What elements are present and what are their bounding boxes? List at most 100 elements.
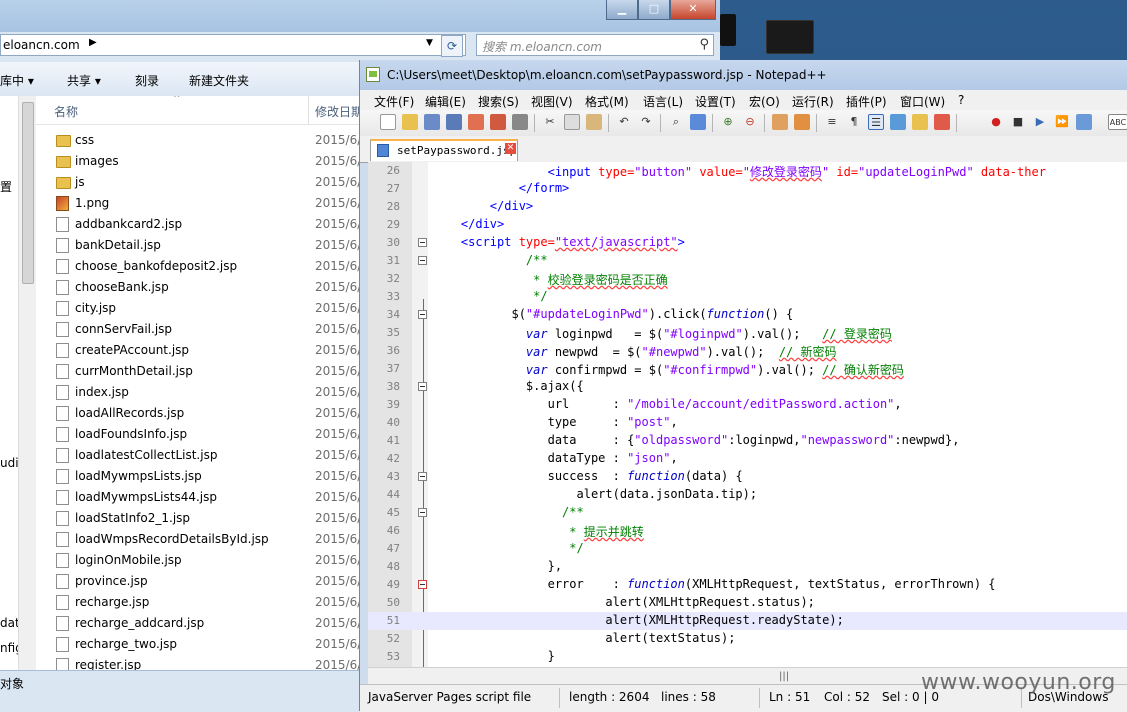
tab-close-icon[interactable]: ✕ bbox=[505, 143, 516, 154]
print-icon[interactable] bbox=[512, 114, 528, 130]
code-line[interactable]: 32 * 校验登录密码是否正确 bbox=[368, 270, 1127, 288]
npp-titlebar[interactable]: C:\Users\meet\Desktop\m.eloancn.com\setP… bbox=[360, 60, 1127, 90]
tab-setpaypassword[interactable]: setPaypassword.jsp ✕ bbox=[370, 139, 518, 161]
fold-toggle-icon[interactable] bbox=[418, 256, 427, 265]
save-macro-icon[interactable] bbox=[1076, 114, 1092, 130]
breadcrumb-arrow-icon[interactable]: ▶ bbox=[89, 37, 97, 48]
code-line[interactable]: 29 </div> bbox=[368, 216, 1127, 234]
code-line[interactable]: 49 error : function(XMLHttpRequest, text… bbox=[368, 576, 1127, 594]
code-editor[interactable]: 26 <input type="button" value="修改登录密码" i… bbox=[368, 162, 1127, 667]
code-line[interactable]: 36 var newpwd = $("#newpwd").val(); // 新… bbox=[368, 342, 1127, 360]
document-map-icon[interactable] bbox=[912, 114, 928, 130]
fold-toggle-icon[interactable] bbox=[418, 238, 427, 247]
code-line[interactable]: 45 /** bbox=[368, 504, 1127, 522]
column-name-header[interactable]: 名称 bbox=[54, 103, 78, 120]
include-in-library-button[interactable]: 库中 ▾ bbox=[0, 72, 34, 89]
scrollbar-grip-icon[interactable]: ||| bbox=[779, 671, 789, 682]
column-divider[interactable] bbox=[308, 96, 309, 124]
new-file-icon[interactable] bbox=[380, 114, 396, 130]
address-bar[interactable]: eloancn.com ▶ ▼ bbox=[0, 34, 466, 56]
redo-icon[interactable]: ↷ bbox=[638, 114, 654, 130]
menu-search[interactable]: 搜索(S) bbox=[478, 93, 519, 110]
copy-icon[interactable] bbox=[564, 114, 580, 130]
code-line[interactable]: 35 var loginpwd = $("#loginpwd").val(); … bbox=[368, 324, 1127, 342]
menu-help[interactable]: ? bbox=[958, 93, 964, 107]
menu-window[interactable]: 窗口(W) bbox=[900, 93, 945, 110]
close-all-icon[interactable] bbox=[490, 114, 506, 130]
code-line[interactable]: 26 <input type="button" value="修改登录密码" i… bbox=[368, 162, 1127, 180]
word-wrap-icon[interactable]: ≡ bbox=[824, 114, 840, 130]
code-line[interactable]: 30 <script type="text/javascript"> bbox=[368, 234, 1127, 252]
zoom-in-icon[interactable]: ⊕ bbox=[720, 114, 736, 130]
code-line[interactable]: 40 type : "post", bbox=[368, 414, 1127, 432]
play-macro-multiple-icon[interactable]: ⏩ bbox=[1054, 114, 1070, 130]
fold-toggle-icon[interactable] bbox=[418, 580, 427, 589]
sync-vertical-icon[interactable] bbox=[772, 114, 788, 130]
address-dropdown-icon[interactable]: ▼ bbox=[426, 38, 433, 48]
nav-item[interactable]: 置 bbox=[0, 178, 12, 195]
open-file-icon[interactable] bbox=[402, 114, 418, 130]
code-line[interactable]: 27 </form> bbox=[368, 180, 1127, 198]
play-macro-icon[interactable]: ▶ bbox=[1032, 114, 1048, 130]
fold-toggle-icon[interactable] bbox=[418, 472, 427, 481]
code-line[interactable]: 47 */ bbox=[368, 540, 1127, 558]
menu-macro[interactable]: 宏(O) bbox=[749, 93, 780, 110]
menu-edit[interactable]: 编辑(E) bbox=[425, 93, 466, 110]
undo-icon[interactable]: ↶ bbox=[616, 114, 632, 130]
nav-scrollbar-thumb[interactable] bbox=[22, 102, 34, 284]
cut-icon[interactable]: ✂ bbox=[542, 114, 558, 130]
refresh-button[interactable]: ⟳ bbox=[441, 35, 463, 57]
new-folder-button[interactable]: 新建文件夹 bbox=[189, 72, 249, 89]
menu-settings[interactable]: 设置(T) bbox=[695, 93, 736, 110]
share-with-button[interactable]: 共享 ▾ bbox=[67, 72, 101, 89]
fold-toggle-icon[interactable] bbox=[418, 382, 427, 391]
indent-guide-icon[interactable]: ☰ bbox=[868, 114, 884, 130]
menu-file[interactable]: 文件(F) bbox=[374, 93, 414, 110]
code-line[interactable]: 37 var confirmpwd = $("#confirmpwd").val… bbox=[368, 360, 1127, 378]
code-line[interactable]: 44 alert(data.jsonData.tip); bbox=[368, 486, 1127, 504]
code-line[interactable]: 33 */ bbox=[368, 288, 1127, 306]
close-button[interactable]: ✕ bbox=[670, 0, 716, 20]
user-defined-language-icon[interactable] bbox=[890, 114, 906, 130]
menu-view[interactable]: 视图(V) bbox=[531, 93, 573, 110]
search-icon[interactable]: ⚲ bbox=[699, 37, 709, 52]
code-line[interactable]: 34 $("#updateLoginPwd").click(function()… bbox=[368, 306, 1127, 324]
menu-format[interactable]: 格式(M) bbox=[585, 93, 629, 110]
nav-scrollbar[interactable] bbox=[18, 96, 36, 670]
save-all-icon[interactable] bbox=[446, 114, 462, 130]
code-line[interactable]: 48 }, bbox=[368, 558, 1127, 576]
menu-plugins[interactable]: 插件(P) bbox=[846, 93, 887, 110]
code-line[interactable]: 38 $.ajax({ bbox=[368, 378, 1127, 396]
nav-item[interactable]: dat bbox=[0, 616, 20, 630]
column-date-header[interactable]: 修改日期 bbox=[315, 103, 363, 120]
code-line[interactable]: 39 url : "/mobile/account/editPassword.a… bbox=[368, 396, 1127, 414]
save-icon[interactable] bbox=[424, 114, 440, 130]
code-line[interactable]: 53 } bbox=[368, 648, 1127, 666]
paste-icon[interactable] bbox=[586, 114, 602, 130]
show-all-characters-icon[interactable]: ¶ bbox=[846, 114, 862, 130]
code-line[interactable]: 28 </div> bbox=[368, 198, 1127, 216]
stop-macro-icon[interactable]: ■ bbox=[1010, 114, 1026, 130]
zoom-out-icon[interactable]: ⊖ bbox=[742, 114, 758, 130]
burn-button[interactable]: 刻录 bbox=[135, 72, 159, 89]
record-macro-icon[interactable]: ● bbox=[988, 114, 1004, 130]
close-file-icon[interactable] bbox=[468, 114, 484, 130]
nav-item[interactable]: udi bbox=[0, 456, 19, 470]
code-line[interactable]: 52 alert(textStatus); bbox=[368, 630, 1127, 648]
sync-horizontal-icon[interactable] bbox=[794, 114, 810, 130]
search-input[interactable]: 搜索 m.eloancn.com ⚲ bbox=[476, 34, 714, 56]
code-line[interactable]: 46 * 提示并跳转 bbox=[368, 522, 1127, 540]
code-line[interactable]: 31 /** bbox=[368, 252, 1127, 270]
menu-run[interactable]: 运行(R) bbox=[792, 93, 834, 110]
spell-check-icon[interactable]: ABC bbox=[1108, 114, 1127, 130]
fold-toggle-icon[interactable] bbox=[418, 310, 427, 319]
code-line[interactable]: 50 alert(XMLHttpRequest.status); bbox=[368, 594, 1127, 612]
explorer-titlebar[interactable]: ▁ □ ✕ bbox=[0, 0, 720, 32]
minimize-button[interactable]: ▁ bbox=[606, 0, 638, 20]
code-line[interactable]: 42 dataType : "json", bbox=[368, 450, 1127, 468]
maximize-button[interactable]: □ bbox=[638, 0, 670, 20]
code-line[interactable]: 51 alert(XMLHttpRequest.readyState); bbox=[368, 612, 1127, 630]
code-line[interactable]: 43 success : function(data) { bbox=[368, 468, 1127, 486]
find-icon[interactable]: ⌕ bbox=[668, 114, 684, 130]
function-list-icon[interactable] bbox=[934, 114, 950, 130]
